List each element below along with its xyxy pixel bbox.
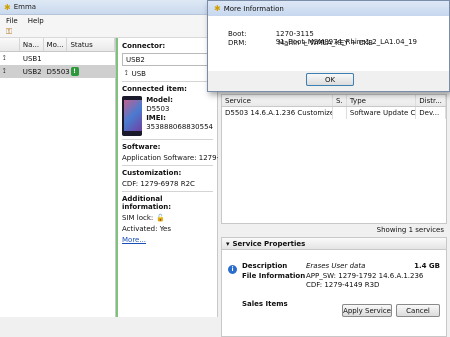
table-row[interactable]: D5503 14.6.A.1.236 Customized_... Softwa… [222, 107, 446, 119]
info-icon: i [228, 265, 237, 274]
software-value: Application Software: 1279-1792 [122, 154, 237, 162]
col-name[interactable]: Na... [20, 38, 44, 51]
device-name: USB2 [22, 67, 42, 76]
properties-header[interactable]: ▾ Service Properties [222, 238, 446, 250]
device-model [44, 52, 68, 65]
drm-value: Marlin + WMLA_KEY + CKB [278, 39, 374, 47]
menu-help[interactable]: Help [28, 17, 44, 25]
services-table: Service S. Type Distr... D5503 14.6.A.1.… [221, 94, 447, 224]
device-name: USB1 [22, 54, 42, 63]
software-title: Software: [122, 143, 161, 151]
device-details: Connector: USB2 ⟟ USB Connected item: Mo… [116, 38, 237, 317]
col-status[interactable]: Status [67, 38, 115, 51]
connector-type: ⟟ USB [122, 69, 213, 78]
service-s [333, 107, 347, 119]
activated-text: Activated: Yes [122, 225, 172, 233]
services-count: Showing 1 services [376, 226, 444, 234]
divider [122, 191, 213, 192]
device-info: Model: D5503 IMEI: 353888068830554 [146, 96, 213, 136]
device-list: Na... Mo... Status ⟟ USB1 ⟟ USB2 D5503 ! [0, 38, 116, 317]
col-model[interactable]: Mo... [44, 38, 68, 51]
services-header: Service S. Type Distr... [222, 95, 446, 107]
toolbar-key-icon[interactable]: ⚿ [6, 27, 12, 37]
usb-icon: ⟟ [3, 54, 6, 62]
cancel-button[interactable]: Cancel [396, 304, 440, 317]
simlock-label: SIM lock: [122, 214, 154, 222]
app-icon: ✱ [214, 4, 221, 13]
usb-icon: ⟟ [3, 67, 6, 75]
apply-service-button[interactable]: Apply Service [342, 304, 392, 317]
ok-button[interactable]: OK [306, 73, 354, 86]
customization-title: Customization: [122, 169, 182, 177]
service-type: Software Update C... [347, 107, 417, 119]
service-name: D5503 14.6.A.1.236 Customized_... [222, 107, 333, 119]
more-link[interactable]: More... [122, 236, 213, 244]
imei-label: IMEI: [146, 114, 166, 122]
more-information-dialog: ✱ More Information Boot: 1270-3115 S1_Bo… [207, 0, 450, 92]
dialog-title-bar: ✱ More Information [208, 1, 449, 16]
divider [122, 81, 213, 82]
col-service[interactable]: Service [222, 95, 333, 106]
col-s[interactable]: S. [333, 95, 347, 106]
device-model: D5503 [46, 67, 70, 76]
divider [122, 139, 213, 140]
drm-label: DRM: [228, 39, 247, 47]
description-label: Description [242, 262, 288, 270]
simlock-row: SIM lock: 🔓 [122, 214, 213, 222]
collapse-icon[interactable]: ▾ [226, 240, 230, 248]
customization-value: CDF: 1279-6978 R2C [122, 180, 195, 188]
sales-items-label: Sales Items [242, 300, 288, 308]
connected-item: Model: D5503 IMEI: 353888068830554 [122, 96, 213, 136]
connector-field[interactable]: USB2 [122, 53, 213, 66]
connected-title: Connected item: [122, 85, 187, 93]
model-value: D5503 [146, 105, 170, 113]
model-label: Model: [146, 96, 173, 104]
dialog-title: More Information [223, 4, 284, 13]
service-distr: Dev... [416, 107, 446, 119]
connector-title: Connector: [122, 42, 166, 50]
file-info-2: CDF: 1279-4149 R3D [306, 281, 380, 289]
device-row-usb1[interactable]: ⟟ USB1 [0, 52, 115, 65]
size-value: 1.4 GB [414, 262, 440, 270]
device-status [67, 52, 115, 65]
connector-type-label: USB [131, 69, 146, 78]
menu-file[interactable]: File [6, 17, 18, 25]
usb-icon: ⟟ [125, 69, 128, 77]
col-type[interactable]: Type [347, 95, 417, 106]
boot-label: Boot: [228, 30, 247, 38]
service-properties: ▾ Service Properties i Description Erase… [221, 237, 447, 337]
boot-row: Boot: 1270-3115 S1_Boot_MSM8974_Rhine1.2… [228, 30, 449, 46]
description-value: Erases User data [306, 262, 366, 270]
phone-image [122, 96, 143, 136]
col-icon[interactable] [0, 38, 20, 51]
warning-icon: ! [70, 67, 79, 76]
divider [122, 165, 213, 166]
dialog-body: Boot: 1270-3115 S1_Boot_MSM8974_Rhine1.2… [208, 16, 449, 71]
device-row-usb2[interactable]: ⟟ USB2 D5503 ! [0, 65, 115, 78]
additional-title: Additional information: [122, 195, 172, 211]
col-distr[interactable]: Distr... [416, 95, 446, 106]
device-status: ! [68, 65, 115, 78]
app-icon: ✱ [4, 2, 11, 12]
lock-icon: 🔓 [156, 214, 165, 222]
file-info-label: File Information [242, 272, 306, 280]
device-list-header: Na... Mo... Status [0, 38, 115, 52]
imei-value: 353888068830554 [146, 123, 213, 131]
properties-title: Service Properties [232, 239, 306, 248]
file-info-1: APP_SW: 1279-1792 14.6.A.1.236 [306, 272, 424, 280]
window-title: Emma [13, 3, 37, 11]
boot-value: 1270-3115 S1_Boot_MSM8974_Rhine1.2_LA1.0… [275, 30, 417, 46]
